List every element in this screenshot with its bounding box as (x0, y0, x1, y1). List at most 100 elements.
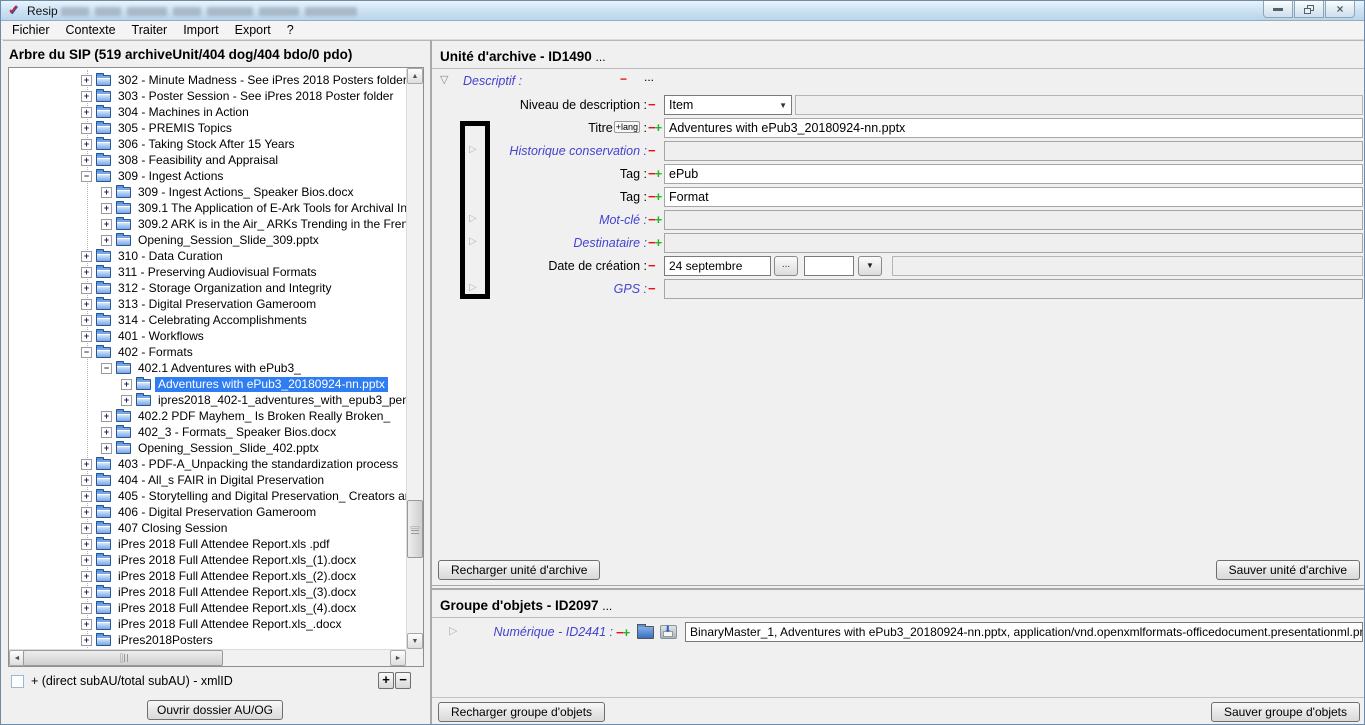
tree-item-label[interactable]: ipres2018_402-1_adventures_with_epub3_pe… (155, 393, 406, 408)
tree-toggle-expand-icon[interactable]: + (121, 379, 132, 390)
restore-button[interactable] (1294, 1, 1324, 18)
tree-item[interactable]: +iPres 2018 Full Attendee Report.xls_(4)… (81, 600, 359, 616)
open-folder-button[interactable]: Ouvrir dossier AU/OG (147, 700, 283, 720)
tree-item-label[interactable]: 304 - Machines in Action (115, 105, 252, 120)
open-object-folder-icon[interactable] (637, 626, 654, 639)
tree-toggle-expand-icon[interactable]: + (81, 155, 92, 166)
tree-item[interactable]: +309.1 The Application of E-Ark Tools fo… (101, 200, 406, 216)
collapse-arrow-icon[interactable]: ▷ (469, 236, 477, 247)
tree-toggle-expand-icon[interactable]: + (101, 235, 112, 246)
tree-toggle-expand-icon[interactable]: + (101, 411, 112, 422)
minimize-button[interactable] (1263, 1, 1293, 18)
tree-toggle-expand-icon[interactable]: + (81, 139, 92, 150)
descriptif-more-button[interactable]: ... (644, 70, 654, 84)
tree-item[interactable]: + Adventures with ePub3_20180924-nn.pptx (121, 376, 388, 392)
menu-item-?[interactable]: ? (279, 22, 302, 38)
remove-field-button[interactable]: − (648, 212, 655, 227)
collapse-arrow-icon[interactable]: ▷ (469, 282, 477, 293)
tree-item[interactable]: +405 - Storytelling and Digital Preserva… (81, 488, 406, 504)
tree-item-label[interactable]: 313 - Digital Preservation Gameroom (115, 297, 319, 312)
save-archive-unit-button[interactable]: Sauver unité d'archive (1216, 560, 1360, 580)
tree-vertical-scrollbar[interactable]: ▲ ▼ (406, 68, 423, 649)
remove-field-button[interactable]: − (648, 189, 655, 204)
tree-item-label[interactable]: iPres 2018 Full Attendee Report.xls_.doc… (115, 617, 344, 632)
remove-field-button[interactable]: − (648, 258, 655, 273)
remove-field-button[interactable]: − (648, 235, 655, 250)
tree-item-label[interactable]: iPres2018Posters (115, 633, 216, 648)
tree-item[interactable]: +Opening_Session_Slide_402.pptx (101, 440, 322, 456)
tree-toggle-expand-icon[interactable]: + (81, 315, 92, 326)
descriptif-collapse-icon[interactable]: ▽ (440, 73, 448, 86)
tree-item-label[interactable]: Adventures with ePub3_20180924-nn.pptx (155, 377, 388, 392)
tree-toggle-collapse-icon[interactable]: − (101, 363, 112, 374)
archive-unit-title-dots[interactable]: ... (596, 50, 606, 64)
tree-toggle-expand-icon[interactable]: + (101, 427, 112, 438)
menu-item-export[interactable]: Export (227, 22, 279, 38)
tree-horizontal-scrollbar[interactable]: ◄ ► (9, 649, 406, 666)
tree-item-label[interactable]: 309.2 ARK is in the Air_ ARKs Trending i… (135, 217, 406, 232)
tree-item-label[interactable]: iPres 2018 Full Attendee Report.xls_(4).… (115, 601, 359, 616)
tree-toggle-expand-icon[interactable]: + (81, 523, 92, 534)
tree-item[interactable]: +ipres2018_402-1_adventures_with_epub3_p… (121, 392, 406, 408)
tree-toggle-expand-icon[interactable]: + (81, 283, 92, 294)
tree-item-label[interactable]: iPres 2018 Full Attendee Report.xls_(2).… (115, 569, 359, 584)
close-button[interactable]: × (1325, 1, 1355, 18)
add-field-button[interactable]: + (655, 120, 662, 135)
tree-item[interactable]: +311 - Preserving Audiovisual Formats (81, 264, 320, 280)
tree-item[interactable]: +407 Closing Session (81, 520, 230, 536)
field-mot-cle-input[interactable] (664, 210, 1363, 230)
tree-toggle-collapse-icon[interactable]: − (81, 171, 92, 182)
field-tag-1-input[interactable]: ePub (664, 164, 1363, 184)
field-gps-input[interactable] (664, 279, 1363, 299)
vertical-scroll-thumb[interactable] (407, 500, 423, 558)
add-field-button[interactable]: + (655, 189, 662, 204)
tree-item-label[interactable]: 309 - Ingest Actions (115, 169, 226, 184)
tree-item[interactable]: +310 - Data Curation (81, 248, 226, 264)
tree-item[interactable]: + iPres 2018 Full Attendee Report.xls_(2)… (81, 568, 359, 584)
tree-item-label[interactable]: 311 - Preserving Audiovisual Formats (115, 265, 320, 280)
tree-item[interactable]: +314 - Celebrating Accomplishments (81, 312, 310, 328)
tree-item-label[interactable]: 305 - PREMIS Topics (115, 121, 235, 136)
tree-item[interactable]: +308 - Feasibility and Appraisal (81, 152, 281, 168)
tree-item[interactable]: −402 - Formats (81, 344, 196, 360)
remove-field-button[interactable]: − (648, 281, 655, 296)
object-group-title-dots[interactable]: ... (602, 599, 612, 613)
tree-item[interactable]: +312 - Storage Organization and Integrit… (81, 280, 334, 296)
tree-toggle-expand-icon[interactable]: + (81, 507, 92, 518)
field-historique-conservation-input[interactable] (664, 141, 1363, 161)
tree-item-label[interactable]: iPres 2018 Full Attendee Report.xls .pdf (115, 537, 332, 552)
tree-toggle-expand-icon[interactable]: + (81, 299, 92, 310)
scroll-right-icon[interactable]: ► (390, 650, 406, 666)
tree-toggle-expand-icon[interactable]: + (81, 475, 92, 486)
tree-toggle-expand-icon[interactable]: + (81, 123, 92, 134)
reload-object-group-button[interactable]: Recharger groupe d'objets (438, 702, 605, 722)
collapse-arrow-icon[interactable]: ▷ (469, 213, 477, 224)
tree-toggle-expand-icon[interactable]: + (81, 459, 92, 470)
binary-master-field[interactable]: BinaryMaster_1, Adventures with ePub3_20… (685, 622, 1363, 642)
field-titre-input[interactable]: Adventures with ePub3_20180924-nn.pptx (664, 118, 1363, 138)
menu-item-fichier[interactable]: Fichier (4, 22, 58, 38)
tree-toggle-expand-icon[interactable]: + (81, 571, 92, 582)
date-picker-button[interactable]: ... (774, 256, 798, 276)
descriptif-remove-button[interactable]: − (620, 72, 627, 86)
tree-item-label[interactable]: Opening_Session_Slide_309.pptx (135, 233, 322, 248)
import-object-icon[interactable] (660, 625, 677, 639)
tree-item[interactable]: +iPres 2018 Full Attendee Report.xls_(1)… (81, 552, 359, 568)
tree-item-label[interactable]: 312 - Storage Organization and Integrity (115, 281, 334, 296)
remove-field-button[interactable]: − (648, 120, 655, 135)
tree-item[interactable]: +306 - Taking Stock After 15 Years (81, 136, 298, 152)
tree-item-label[interactable]: 309 - Ingest Actions_ Speaker Bios.docx (135, 185, 356, 200)
tree-toggle-expand-icon[interactable]: + (81, 331, 92, 342)
scroll-down-icon[interactable]: ▼ (407, 633, 423, 649)
tree-item-label[interactable]: 314 - Celebrating Accomplishments (115, 313, 310, 328)
xmlid-checkbox[interactable] (11, 675, 24, 688)
tree-item[interactable]: +305 - PREMIS Topics (81, 120, 235, 136)
menu-item-contexte[interactable]: Contexte (58, 22, 124, 38)
tree-item[interactable]: +309.2 ARK is in the Air_ ARKs Trending … (101, 216, 406, 232)
date-extra-input[interactable] (804, 256, 854, 276)
tree-item[interactable]: −402.1 Adventures with ePub3_ (101, 360, 304, 376)
tree-item[interactable]: +403 - PDF-A_Unpacking the standardizati… (81, 456, 401, 472)
date-input[interactable]: 24 septembre 2018 (664, 256, 771, 276)
remove-field-button[interactable]: − (648, 143, 655, 158)
tree-toggle-expand-icon[interactable]: + (101, 203, 112, 214)
